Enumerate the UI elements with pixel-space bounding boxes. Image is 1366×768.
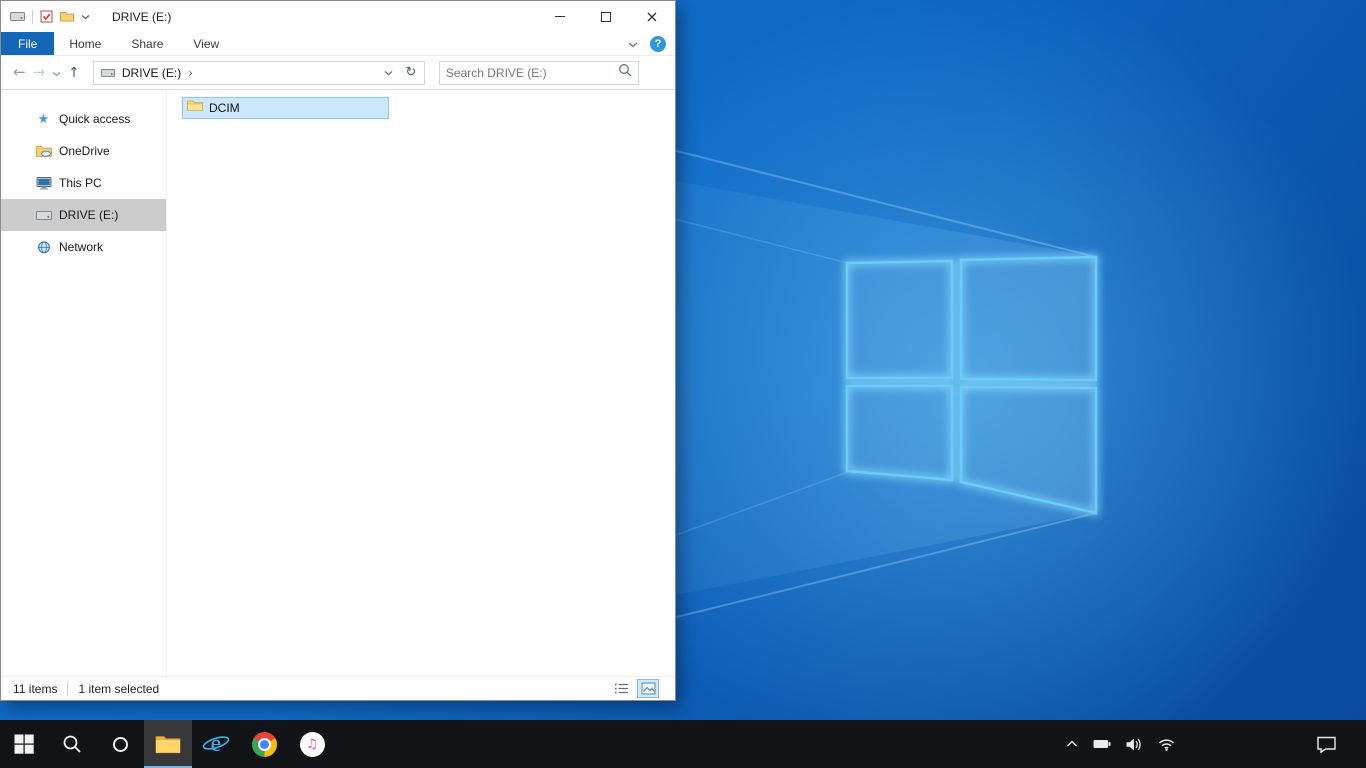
search-box [438, 60, 639, 85]
file-item-dcim[interactable]: DCIM [182, 97, 389, 119]
file-list-area[interactable]: DCIM [167, 90, 675, 676]
sidebar-item-this-pc[interactable]: This PC [1, 167, 166, 199]
sidebar-item-quick-access[interactable]: ★ Quick access [1, 103, 166, 135]
chrome-icon [251, 731, 277, 757]
sidebar-item-label: DRIVE (E:) [59, 208, 119, 222]
system-tray [1066, 720, 1366, 768]
windows-logo-icon [14, 734, 34, 754]
sidebar-item-label: Quick access [59, 112, 131, 126]
chrome-button[interactable] [240, 720, 288, 768]
navigation-pane: ★ Quick access OneDrive This PC DRIVE (E… [1, 90, 167, 676]
file-explorer-icon [155, 735, 181, 753]
forward-button[interactable]: → [33, 65, 46, 80]
maximize-button[interactable] [583, 1, 629, 32]
details-view-button[interactable] [610, 679, 632, 698]
breadcrumb-chevron-icon[interactable]: › [188, 66, 193, 80]
taskbar-search-button[interactable] [48, 720, 96, 768]
sidebar-item-drive-e[interactable]: DRIVE (E:) [1, 199, 166, 231]
large-icons-view-button[interactable] [637, 679, 659, 698]
tab-share[interactable]: Share [116, 32, 178, 55]
address-bar[interactable]: DRIVE (E:) › ↻ [92, 60, 425, 85]
address-bar-controls: ↻ [378, 62, 422, 84]
itunes-icon: ♫ [299, 731, 325, 757]
action-center-icon[interactable] [1317, 736, 1337, 753]
title-bar[interactable]: DRIVE (E:) × [1, 1, 675, 32]
folder-icon [187, 99, 203, 117]
minimize-button[interactable] [537, 1, 583, 32]
screen: DRIVE (E:) × File Home Share View ? ← → [0, 0, 1366, 768]
svg-text:e: e [211, 731, 222, 757]
large-icons-view-icon [641, 682, 655, 695]
window-body: ★ Quick access OneDrive This PC DRIVE (E… [1, 90, 675, 676]
volume-icon[interactable] [1126, 738, 1143, 751]
sidebar-item-onedrive[interactable]: OneDrive [1, 135, 166, 167]
status-separator [67, 681, 69, 696]
itunes-button[interactable]: ♫ [288, 720, 336, 768]
navigation-toolbar: ← → ↑ DRIVE (E:) › ↻ [1, 56, 675, 90]
items-count: 11 items [13, 681, 58, 696]
search-icon[interactable] [618, 63, 632, 82]
close-button[interactable]: × [629, 1, 675, 32]
view-toggles [610, 679, 659, 698]
taskbar-file-explorer-button[interactable] [144, 720, 192, 768]
minimize-icon [555, 16, 565, 17]
sidebar-item-label: This PC [59, 176, 102, 190]
star-icon: ★ [37, 111, 50, 127]
back-button[interactable]: ← [13, 65, 26, 80]
address-dropdown-chevron-icon[interactable] [378, 62, 400, 84]
drive-icon [100, 68, 115, 77]
search-icon [63, 735, 81, 753]
cortana-button[interactable] [96, 720, 144, 768]
maximize-icon [601, 11, 611, 22]
qat-dropdown-chevron-icon[interactable] [81, 14, 90, 20]
sidebar-item-label: OneDrive [59, 144, 110, 158]
network-wifi-icon[interactable] [1158, 738, 1175, 751]
up-button[interactable]: ↑ [68, 66, 80, 80]
internet-explorer-icon: e [202, 731, 230, 757]
new-folder-icon[interactable] [60, 11, 74, 22]
ribbon-tab-row: File Home Share View ? [1, 32, 675, 56]
quick-access-toolbar [1, 9, 90, 24]
selection-count: 1 item selected [78, 681, 160, 696]
qat-separator [32, 9, 33, 24]
battery-icon[interactable] [1093, 739, 1111, 749]
internet-explorer-button[interactable]: e [192, 720, 240, 768]
file-name: DCIM [209, 101, 240, 115]
window-title: DRIVE (E:) [112, 9, 172, 24]
status-bar: 11 items 1 item selected [1, 676, 675, 700]
drive-icon [10, 12, 25, 21]
cortana-icon [112, 736, 128, 752]
tab-file[interactable]: File [1, 32, 55, 55]
drive-icon [35, 210, 52, 220]
taskbar: e ♫ [0, 720, 1366, 768]
tab-home[interactable]: Home [54, 32, 116, 55]
expand-ribbon-chevron-icon[interactable] [628, 35, 638, 53]
onedrive-icon [35, 145, 52, 157]
details-view-icon [614, 683, 628, 694]
refresh-icon[interactable]: ↻ [400, 62, 422, 84]
sidebar-item-network[interactable]: Network [1, 231, 166, 263]
help-icon[interactable]: ? [650, 35, 666, 52]
this-pc-icon [35, 176, 52, 190]
sidebar-item-label: Network [59, 240, 104, 254]
tab-view[interactable]: View [178, 32, 234, 55]
window-controls: × [537, 1, 675, 32]
properties-icon[interactable] [40, 10, 53, 23]
search-input[interactable] [445, 65, 618, 80]
start-button[interactable] [0, 720, 48, 768]
breadcrumb-drive[interactable]: DRIVE (E:) [120, 66, 183, 80]
close-icon: × [645, 6, 659, 26]
ribbon-right-controls: ? [628, 32, 675, 55]
hidden-icons-chevron-icon[interactable] [1066, 740, 1078, 748]
recent-locations-chevron-icon[interactable] [52, 64, 61, 82]
file-explorer-window: DRIVE (E:) × File Home Share View ? ← → [0, 0, 676, 701]
network-icon [35, 240, 52, 254]
